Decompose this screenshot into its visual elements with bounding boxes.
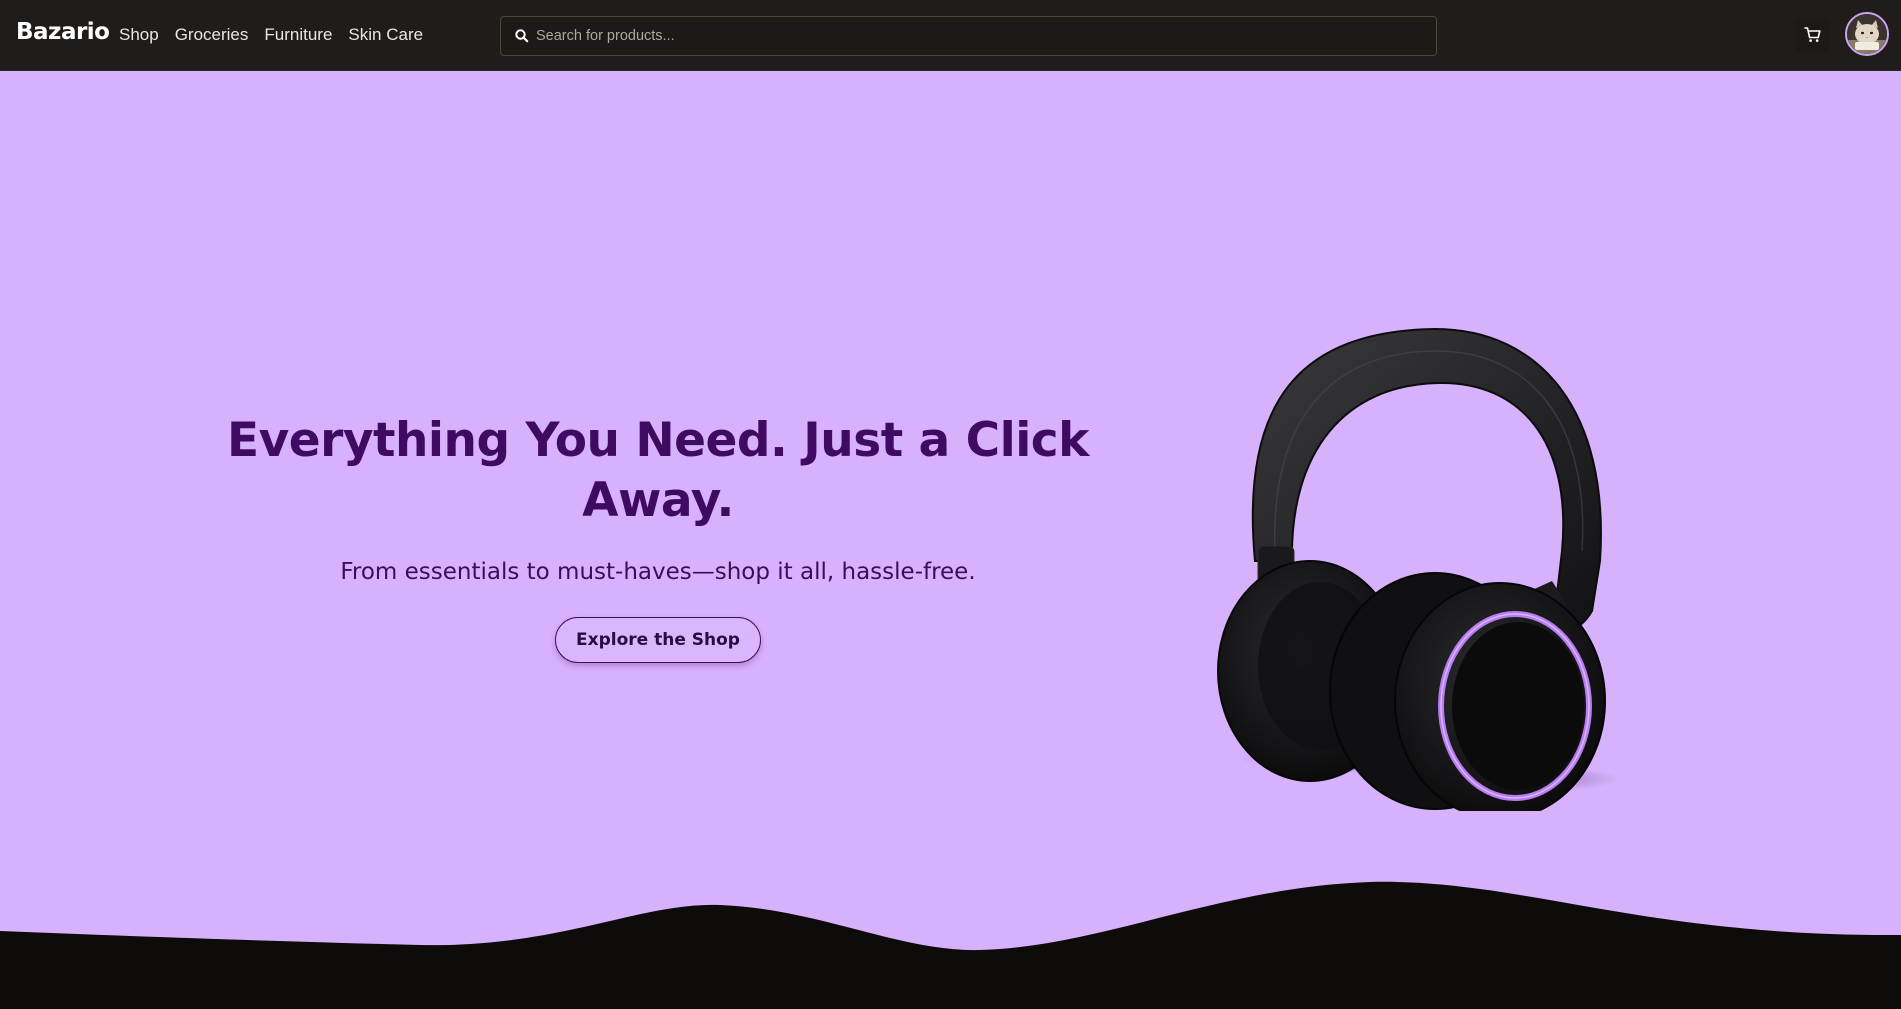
hero-bottom-wave xyxy=(0,881,1901,1009)
top-navbar: Bazario Shop Groceries Furniture Skin Ca… xyxy=(0,0,1901,71)
brand-logo[interactable]: Bazario xyxy=(16,19,110,45)
search-icon xyxy=(515,29,529,43)
cart-icon xyxy=(1804,27,1821,42)
avatar-image xyxy=(1847,14,1887,54)
search-bar xyxy=(500,16,1437,56)
main-nav: Shop Groceries Furniture Skin Care xyxy=(119,25,439,45)
nav-link-groceries[interactable]: Groceries xyxy=(175,25,249,45)
nav-link-furniture[interactable]: Furniture xyxy=(264,25,332,45)
nav-link-skin-care[interactable]: Skin Care xyxy=(348,25,423,45)
user-avatar[interactable] xyxy=(1845,12,1889,56)
headphones-product-image xyxy=(1217,327,1620,811)
nav-link-shop[interactable]: Shop xyxy=(119,25,159,45)
search-input[interactable] xyxy=(534,17,1426,55)
hero-subtitle: From essentials to must-haves—shop it al… xyxy=(340,559,976,585)
explore-shop-button[interactable]: Explore the Shop xyxy=(555,617,761,663)
hero-title: Everything You Need. Just a Click Away. xyxy=(227,413,1089,528)
cart-button[interactable] xyxy=(1796,17,1830,53)
hero-text-block: Everything You Need. Just a Click Away. … xyxy=(200,411,1116,663)
hero-section: Everything You Need. Just a Click Away. … xyxy=(0,71,1901,1009)
